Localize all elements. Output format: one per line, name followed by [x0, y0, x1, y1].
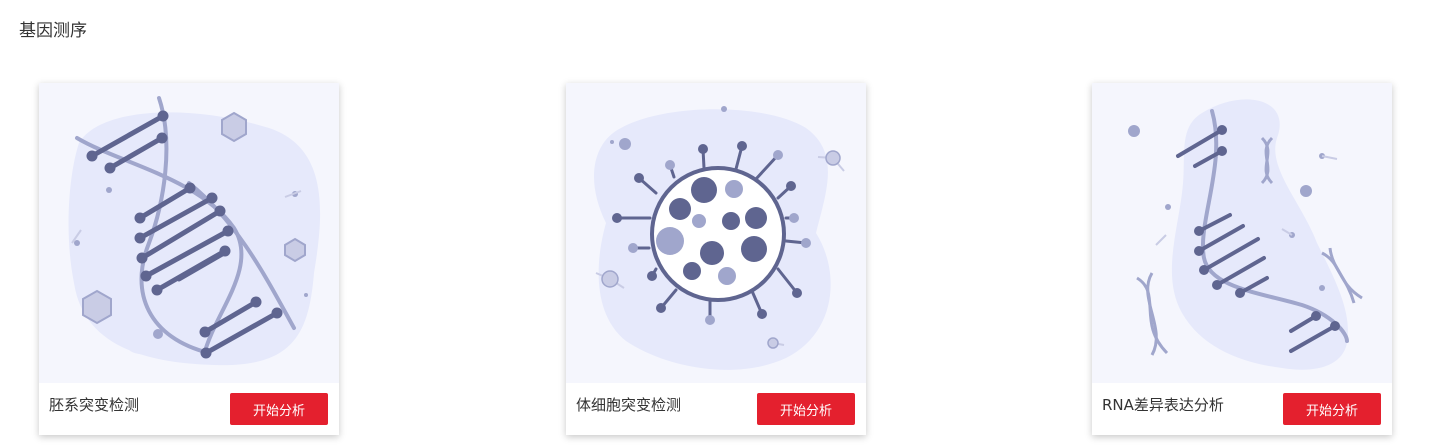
card-footer: RNA差异表达分析 开始分析: [1092, 383, 1392, 435]
rna-strand-icon: [1128, 99, 1363, 370]
start-analysis-button[interactable]: 开始分析: [1283, 393, 1381, 425]
card-footer: 体细胞突变检测 开始分析: [566, 383, 866, 435]
card-label: 体细胞突变检测: [576, 396, 682, 414]
analysis-card-rna: RNA差异表达分析 开始分析: [1092, 83, 1392, 435]
start-analysis-button[interactable]: 开始分析: [230, 393, 328, 425]
analysis-card-somatic: 体细胞突变检测 开始分析: [566, 83, 866, 435]
page-title: 基因测序: [19, 21, 87, 41]
card-label: 胚系突变检测: [49, 396, 140, 414]
page: 基因测序 胚系突变检测 开始分析 体细胞突变检测 开始分析 RNA差异表达分析 …: [0, 0, 1442, 448]
card-illustration: [1092, 83, 1392, 383]
card-illustration: [566, 83, 866, 383]
start-analysis-button[interactable]: 开始分析: [757, 393, 855, 425]
card-illustration: [39, 83, 339, 383]
dna-double-helix-icon: [68, 96, 321, 366]
analysis-card-germline: 胚系突变检测 开始分析: [39, 83, 339, 435]
card-label: RNA差异表达分析: [1102, 396, 1224, 414]
virus-cell-icon: [594, 106, 845, 370]
card-footer: 胚系突变检测 开始分析: [39, 383, 339, 435]
